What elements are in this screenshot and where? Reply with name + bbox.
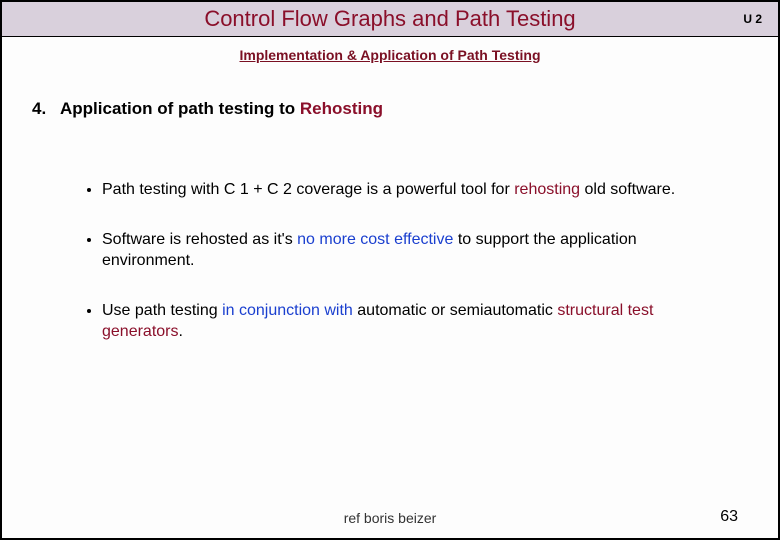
bullet3-pre: Use path testing [102, 302, 222, 319]
bullet3-em1: in conjunction with [222, 302, 353, 319]
slide-subtitle: Implementation & Application of Path Tes… [2, 37, 778, 69]
bullet-list: Path testing with C 1 + C 2 coverage is … [32, 179, 748, 343]
heading-prefix: Application of path testing to [60, 99, 300, 118]
slide: Control Flow Graphs and Path Testing U 2… [0, 0, 780, 540]
bullet3-post: . [179, 323, 183, 340]
bullet1-pre: Path testing with C 1 + C 2 coverage is … [102, 181, 514, 198]
unit-badge: U 2 [743, 12, 762, 26]
heading-emph: Rehosting [300, 99, 383, 118]
bullet1-em: rehosting [514, 181, 580, 198]
footer-ref: ref boris beizer [2, 510, 778, 526]
bullet2-em: no more cost effective [297, 231, 453, 248]
heading-text: Application of path testing to Rehosting [60, 99, 383, 119]
content-area: 4. Application of path testing to Rehost… [2, 69, 778, 343]
bullet3-mid: automatic or semiautomatic [353, 302, 558, 319]
bullet1-post: old software. [580, 181, 675, 198]
slide-title: Control Flow Graphs and Path Testing [204, 6, 575, 32]
heading-number: 4. [32, 99, 50, 119]
list-item: Path testing with C 1 + C 2 coverage is … [102, 179, 728, 201]
section-heading: 4. Application of path testing to Rehost… [32, 99, 748, 119]
page-number: 63 [720, 508, 738, 526]
list-item: Software is rehosted as it's no more cos… [102, 229, 728, 272]
title-bar: Control Flow Graphs and Path Testing U 2 [2, 2, 778, 37]
list-item: Use path testing in conjunction with aut… [102, 300, 728, 343]
bullet2-pre: Software is rehosted as it's [102, 231, 297, 248]
